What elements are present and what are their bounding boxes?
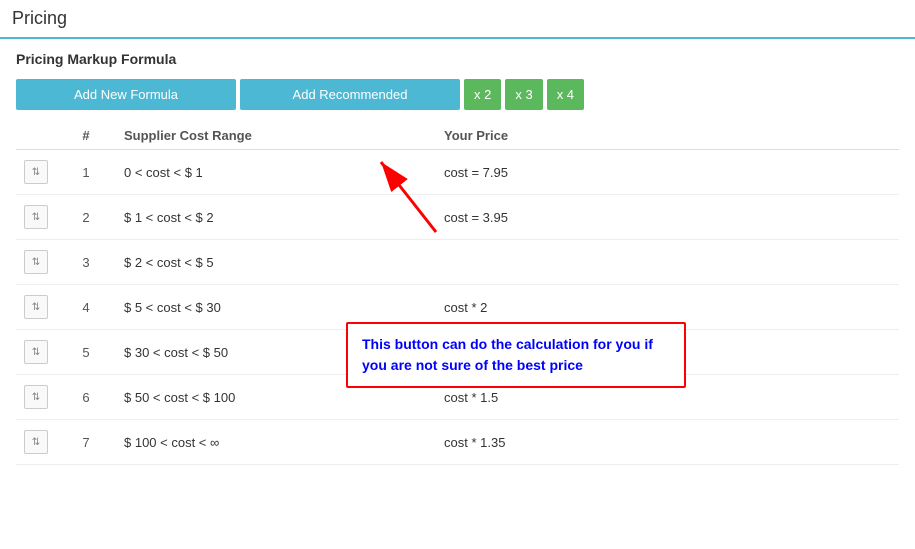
row-num: 2 [56,195,116,240]
header-arrow-spacer [316,122,436,150]
table-row: ⇅ 2$ 1 < cost < $ 2 cost = 3.95 [16,195,899,240]
add-new-formula-button[interactable]: Add New Formula [16,79,236,110]
pricing-table: # Supplier Cost Range Your Price ⇅ 10 < c… [16,122,899,465]
row-range: $ 2 < cost < $ 5 [116,240,316,285]
sort-cell[interactable]: ⇅ [16,195,56,240]
multiplier-x4-button[interactable]: x 4 [547,79,584,110]
tooltip-text: This button can do the calculation for y… [346,322,686,388]
header-price: Your Price [436,122,899,150]
table-row: ⇅ 10 < cost < $ 1 cost = 7.95 [16,150,899,195]
pricing-section: Pricing Markup Formula Add New Formula A… [0,39,915,477]
row-range: $ 100 < cost < ∞ [116,420,316,465]
sort-cell[interactable]: ⇅ [16,420,56,465]
header-range: Supplier Cost Range [116,122,316,150]
page-title: Pricing [12,8,903,29]
header-sort [16,122,56,150]
pricing-table-container: # Supplier Cost Range Your Price ⇅ 10 < c… [16,122,899,465]
sort-control[interactable]: ⇅ [24,385,48,409]
row-price [436,240,899,285]
sort-control[interactable]: ⇅ [24,430,48,454]
row-range: $ 1 < cost < $ 2 [116,195,316,240]
sort-control[interactable]: ⇅ [24,340,48,364]
row-price: cost * 1.35 [436,420,899,465]
toolbar: Add New Formula Add Recommended x 2 x 3 … [16,79,899,110]
multiplier-x3-button[interactable]: x 3 [505,79,542,110]
add-recommended-button[interactable]: Add Recommended [240,79,460,110]
row-spacer [316,195,436,240]
sort-cell[interactable]: ⇅ [16,150,56,195]
sort-control[interactable]: ⇅ [24,250,48,274]
sort-cell[interactable]: ⇅ [16,375,56,420]
row-spacer [316,240,436,285]
multiplier-x2-button[interactable]: x 2 [464,79,501,110]
sort-control[interactable]: ⇅ [24,160,48,184]
sort-control[interactable]: ⇅ [24,205,48,229]
section-title: Pricing Markup Formula [16,51,899,67]
sort-cell[interactable]: ⇅ [16,240,56,285]
header-num: # [56,122,116,150]
row-price: cost = 3.95 [436,195,899,240]
row-spacer [316,420,436,465]
row-num: 7 [56,420,116,465]
row-num: 1 [56,150,116,195]
table-row: ⇅ 3$ 2 < cost < $ 5 [16,240,899,285]
row-range: 0 < cost < $ 1 [116,150,316,195]
row-num: 4 [56,285,116,330]
row-num: 5 [56,330,116,375]
table-row: ⇅ 7$ 100 < cost < ∞ cost * 1.35 [16,420,899,465]
sort-cell[interactable]: ⇅ [16,330,56,375]
row-num: 3 [56,240,116,285]
row-range: $ 5 < cost < $ 30 [116,285,316,330]
row-range: $ 30 < cost < $ 50 [116,330,316,375]
page-header: Pricing [0,0,915,39]
sort-control[interactable]: ⇅ [24,295,48,319]
row-price: cost = 7.95 [436,150,899,195]
tooltip-annotation: This button can do the calculation for y… [346,322,686,388]
row-range: $ 50 < cost < $ 100 [116,375,316,420]
row-num: 6 [56,375,116,420]
main-wrapper: # Supplier Cost Range Your Price ⇅ 10 < c… [16,122,899,465]
row-spacer [316,150,436,195]
sort-cell[interactable]: ⇅ [16,285,56,330]
